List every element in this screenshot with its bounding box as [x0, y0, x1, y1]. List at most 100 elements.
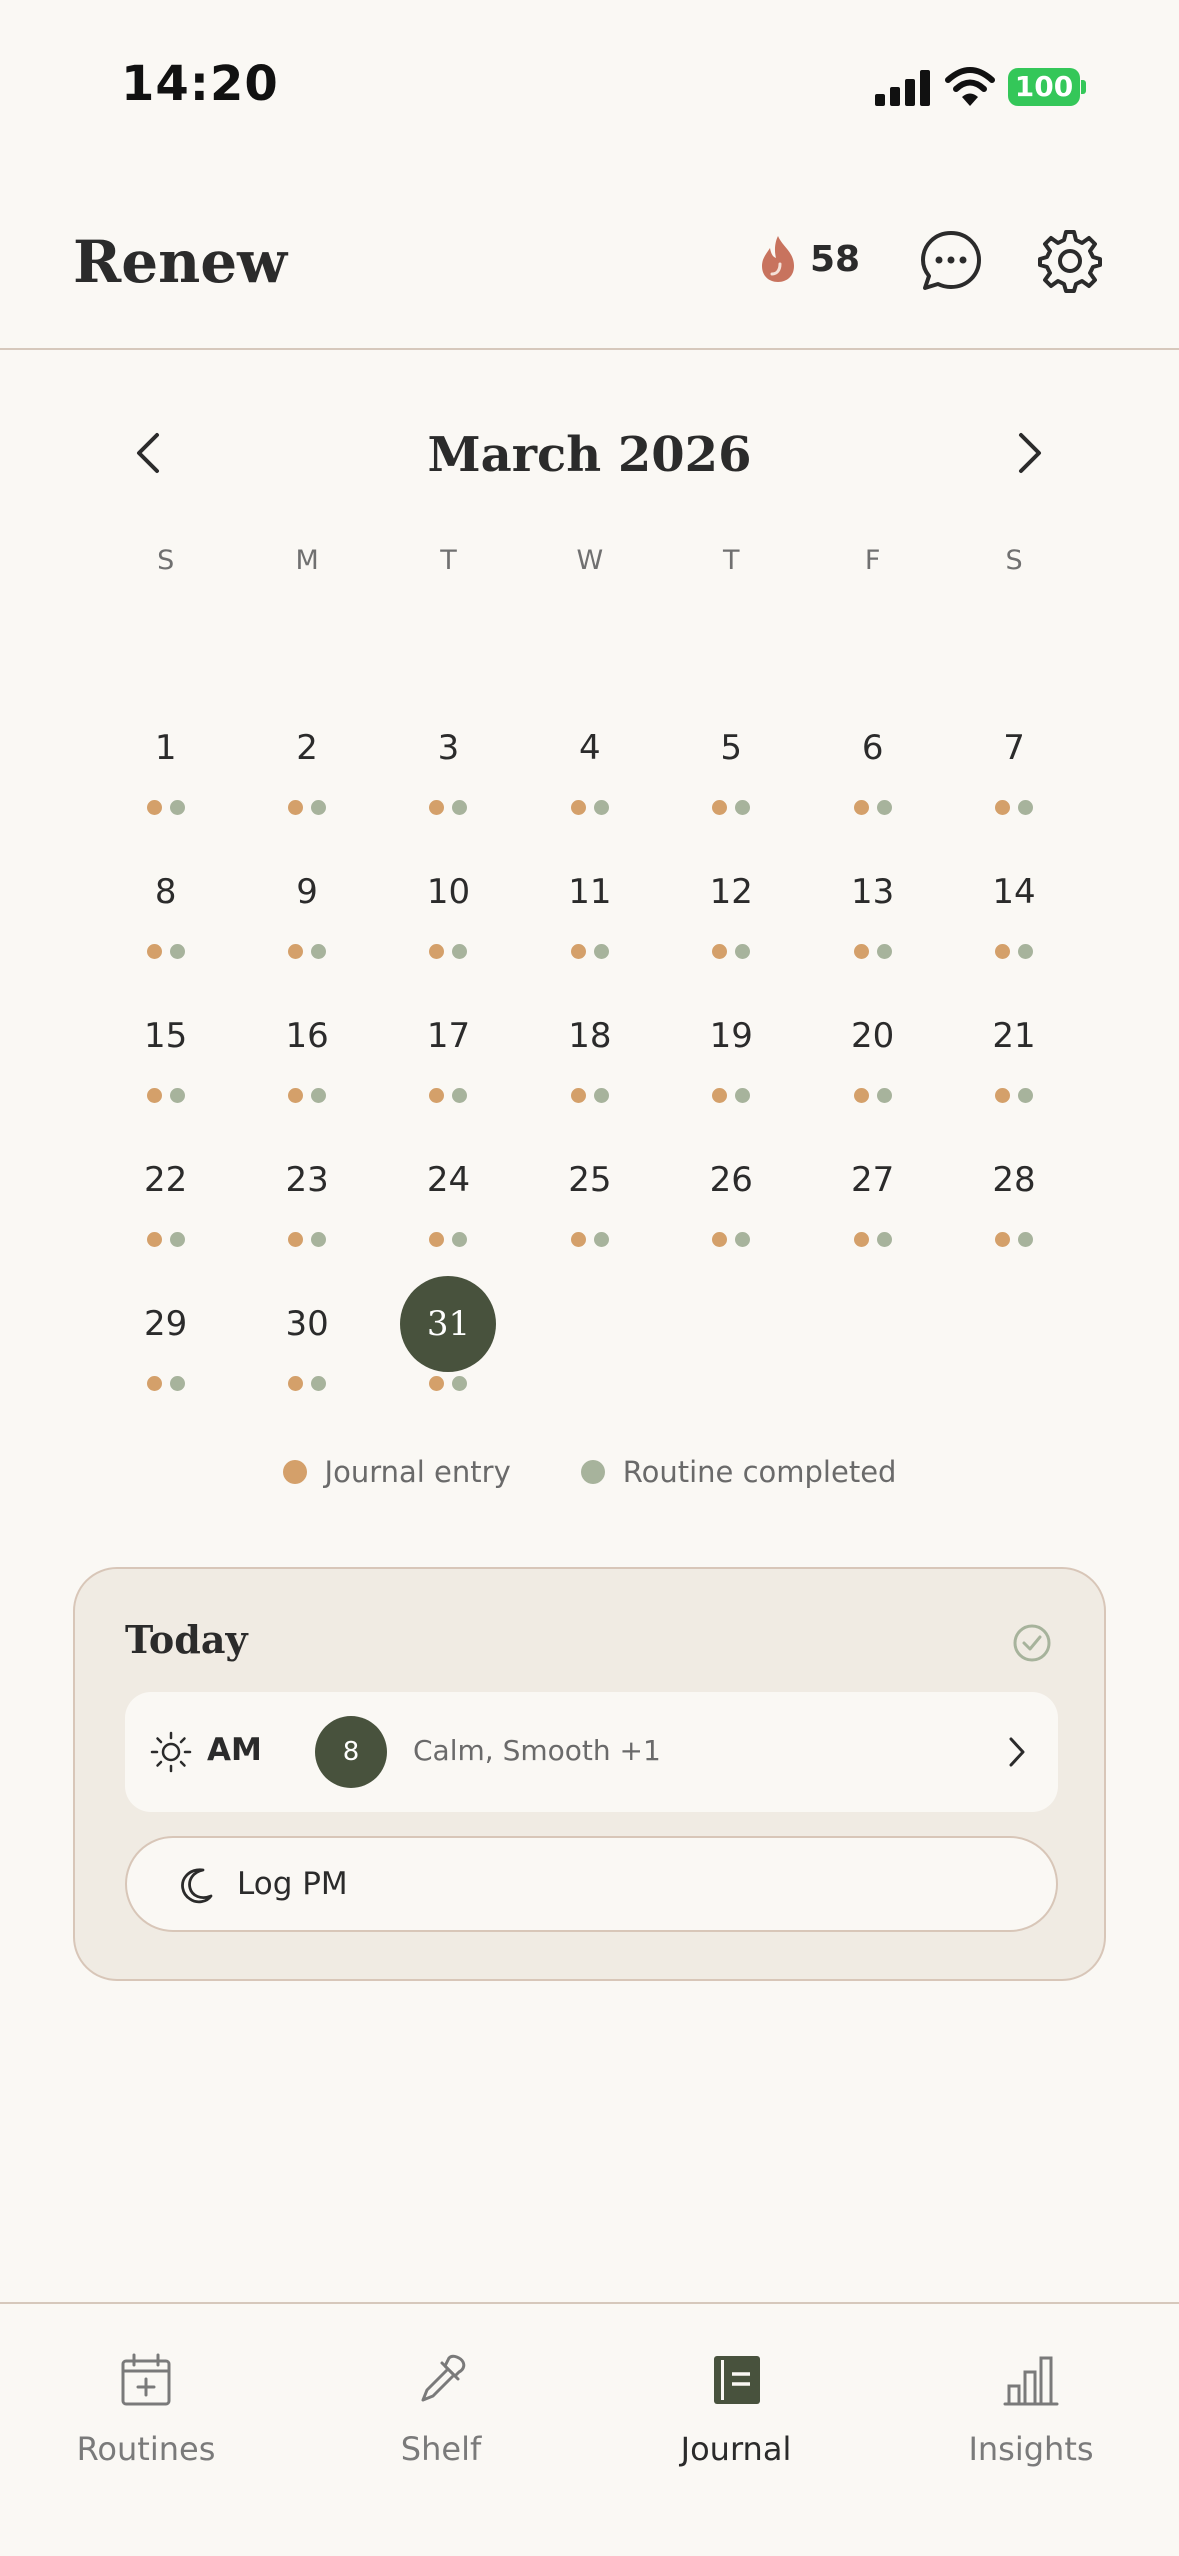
calendar-day[interactable]: 20 [802, 988, 943, 1132]
tab-bar: Routines Shelf Journal Insights [0, 2302, 1179, 2556]
weekday-label: S [157, 545, 175, 576]
day-indicators [146, 944, 185, 959]
tab-label: Shelf [400, 2430, 482, 2468]
routine-dot-icon [452, 1088, 468, 1103]
tab-insights[interactable]: Insights [911, 2352, 1151, 2468]
calendar-day[interactable]: 31 [378, 1276, 519, 1420]
chevron-right-icon[interactable] [1007, 423, 1053, 483]
day-indicators [146, 1232, 185, 1247]
calendar-day[interactable]: 3 [378, 700, 519, 844]
am-tags: Calm, Smooth +1 [413, 1734, 661, 1767]
day-indicators [288, 1232, 327, 1247]
day-indicators [995, 1088, 1034, 1103]
calendar-day[interactable]: 9 [236, 844, 377, 988]
tab-routines[interactable]: Routines [26, 2352, 266, 2468]
calendar-day[interactable]: 12 [661, 844, 802, 988]
day-number: 6 [861, 728, 884, 768]
journal-dot-icon [429, 1232, 445, 1247]
routine-dot-icon [169, 1376, 185, 1391]
weekday-label: M [295, 545, 319, 576]
calendar-day[interactable]: 11 [519, 844, 660, 988]
day-indicators [288, 944, 327, 959]
day-number: 5 [720, 728, 743, 768]
day-number: 17 [426, 1016, 471, 1056]
journal-dot-icon [712, 944, 728, 959]
calendar-day[interactable]: 7 [943, 700, 1084, 844]
gear-icon[interactable] [1037, 228, 1103, 294]
status-bar: 14:20 100 [0, 0, 1179, 160]
routine-dot-icon [452, 800, 468, 815]
streak-counter[interactable]: 58 [758, 234, 860, 284]
calendar-day[interactable]: 28 [943, 1132, 1084, 1276]
calendar-day[interactable]: 27 [802, 1132, 943, 1276]
day-indicators [429, 1088, 468, 1103]
calendar-day[interactable]: 26 [661, 1132, 802, 1276]
day-indicators [429, 944, 468, 959]
calendar-day[interactable]: 8 [95, 844, 236, 988]
log-pm-button[interactable]: Log PM [125, 1836, 1058, 1932]
day-number: 8 [154, 872, 177, 912]
day-indicators [570, 800, 609, 815]
calendar-day[interactable]: 30 [236, 1276, 377, 1420]
calendar-day[interactable]: 23 [236, 1132, 377, 1276]
tab-label: Journal [680, 2430, 792, 2468]
tab-label: Routines [76, 2430, 216, 2468]
calendar-day[interactable]: 22 [95, 1132, 236, 1276]
journal-dot-icon [570, 800, 586, 815]
calendar-day[interactable]: 17 [378, 988, 519, 1132]
calendar-day[interactable]: 2 [236, 700, 377, 844]
day-indicators [288, 1088, 327, 1103]
streak-count: 58 [810, 238, 861, 280]
day-number: 26 [709, 1160, 753, 1200]
calendar-day[interactable]: 15 [95, 988, 236, 1132]
journal-dot-icon [288, 1088, 304, 1103]
bar-chart-icon [1003, 2356, 1059, 2406]
day-number: 28 [992, 1160, 1036, 1200]
chat-icon[interactable] [918, 228, 984, 294]
calendar-day[interactable]: 24 [378, 1132, 519, 1276]
day-indicators [995, 800, 1034, 815]
journal-dot-icon [853, 1232, 869, 1247]
routine-dot-icon [311, 1232, 327, 1247]
calendar-day[interactable]: 10 [378, 844, 519, 988]
calendar-day[interactable]: 29 [95, 1276, 236, 1420]
calendar-day[interactable]: 21 [943, 988, 1084, 1132]
day-number: 10 [426, 872, 471, 912]
tab-label: Insights [968, 2430, 1094, 2468]
calendar-day[interactable]: 6 [802, 700, 943, 844]
day-indicators [429, 800, 468, 815]
day-indicators [146, 800, 185, 815]
log-pm-label: Log PM [237, 1866, 348, 1902]
routine-dot-icon [876, 944, 892, 959]
am-entry-row[interactable]: AM 8 Calm, Smooth +1 [125, 1692, 1058, 1812]
calendar-day[interactable]: 25 [519, 1132, 660, 1276]
day-indicators [995, 944, 1034, 959]
day-number: 2 [296, 728, 318, 768]
routine-dot-icon [311, 1088, 327, 1103]
today-title: Today [125, 1617, 248, 1662]
day-number: 18 [568, 1016, 612, 1056]
journal-dot-icon [429, 944, 445, 959]
calendar-day[interactable]: 1 [95, 700, 236, 844]
calendar-day[interactable]: 4 [519, 700, 660, 844]
routine-dot-icon [452, 1376, 468, 1391]
calendar-day[interactable]: 19 [661, 988, 802, 1132]
legend-journal-label: Journal entry [324, 1455, 511, 1489]
routine-dot-icon [735, 800, 751, 815]
journal-dot-icon [853, 944, 869, 959]
day-indicators [570, 944, 609, 959]
calendar-day[interactable]: 14 [943, 844, 1084, 988]
routine-dot-icon [1018, 800, 1034, 815]
routine-dot-icon [593, 800, 609, 815]
calendar-day[interactable]: 5 [661, 700, 802, 844]
flame-icon [762, 236, 794, 282]
chevron-right-icon [1009, 1737, 1025, 1767]
calendar-day[interactable]: 16 [236, 988, 377, 1132]
weekday-label: T [723, 545, 740, 576]
journal-dot-icon [570, 1232, 586, 1247]
day-indicators [712, 1088, 751, 1103]
tab-shelf[interactable]: Shelf [321, 2352, 561, 2468]
tab-journal[interactable]: Journal [616, 2352, 856, 2468]
calendar-day[interactable]: 18 [519, 988, 660, 1132]
calendar-day[interactable]: 13 [802, 844, 943, 988]
